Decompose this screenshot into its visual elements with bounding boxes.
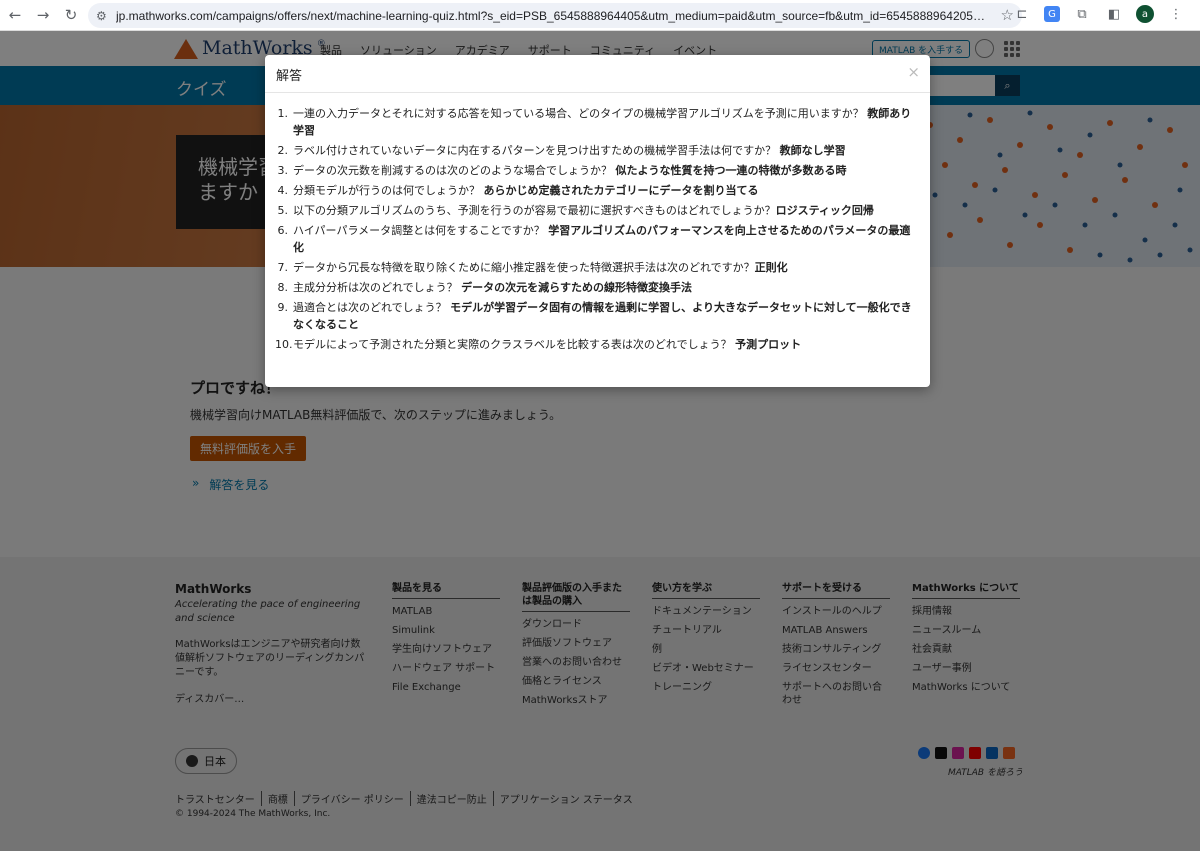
question-text: 以下の分類アルゴリズムのうち、予測を行うのが容易で最初に選択すべきものはどれでし… bbox=[293, 204, 776, 217]
question-text: データから冗長な特徴を取り除くために縮小推定器を使った特徴選択手法は次のどれです… bbox=[293, 261, 755, 274]
item-number: 5. bbox=[277, 204, 289, 217]
question-text: 過適合とは次のどれでしょう？ bbox=[293, 301, 447, 314]
close-icon[interactable]: × bbox=[907, 63, 920, 81]
question-text: 一連の入力データとそれに対する応答を知っている場合、どのタイプの機械学習アルゴリ… bbox=[293, 107, 864, 120]
cast-icon[interactable]: ⊏ bbox=[1012, 4, 1032, 24]
question-text: データの次元数を削減するのは次のどのような場合でしょうか？ bbox=[293, 164, 612, 177]
item-number: 1. bbox=[277, 107, 289, 120]
menu-dots-icon[interactable]: ⋮ bbox=[1166, 4, 1186, 24]
list-item: 3. データの次元数を削減するのは次のどのような場合でしょうか？ 似たような性質を… bbox=[275, 162, 920, 179]
modal-title: 解答 bbox=[276, 69, 303, 84]
list-item: 2. ラベル付けされていないデータに内在するパターンを見つけ出すための機械学習手法… bbox=[275, 142, 920, 159]
item-number: 8. bbox=[277, 281, 289, 294]
item-number: 6. bbox=[277, 224, 289, 237]
list-item: 6. ハイパーパラメータ調整とは何をすることですか？ 学習アルゴリズムのパフォーマ… bbox=[275, 222, 920, 256]
answers-modal: 解答 × 1. 一連の入力データとそれに対する応答を知っている場合、どのタイプの機… bbox=[265, 55, 930, 387]
item-number: 3. bbox=[277, 164, 289, 177]
back-arrow-icon[interactable]: ← bbox=[2, 2, 28, 28]
translate-icon[interactable]: G bbox=[1044, 6, 1060, 22]
list-item: 4. 分類モデルが行うのは何でしょうか？ あらかじめ定義されたカテゴリーにデータを… bbox=[275, 182, 920, 199]
site-settings-icon[interactable]: ⚙ bbox=[96, 9, 116, 23]
answer-text: データの次元を減らすための線形特徴変換手法 bbox=[461, 281, 692, 294]
answer-text: あらかじめ定義されたカテゴリーにデータを割り当てる bbox=[483, 184, 759, 197]
answer-text: 似たような性質を持つ一連の特徴が多数ある時 bbox=[615, 164, 847, 177]
reload-icon[interactable]: ↻ bbox=[58, 2, 84, 28]
browser-toolbar: ← → ↻ ⚙ jp.mathworks.com/campaigns/offer… bbox=[0, 0, 1200, 31]
question-text: ハイパーパラメータ調整とは何をすることですか？ bbox=[293, 224, 545, 237]
extensions-icon[interactable]: ⧉ bbox=[1072, 4, 1092, 24]
item-number: 2. bbox=[277, 144, 289, 157]
question-text: ラベル付けされていないデータに内在するパターンを見つけ出すための機械学習手法は何… bbox=[293, 144, 777, 157]
answers-list: 1. 一連の入力データとそれに対する応答を知っている場合、どのタイプの機械学習アル… bbox=[275, 105, 920, 356]
list-item: 7. データから冗長な特徴を取り除くために縮小推定器を使った特徴選択手法は次のどれ… bbox=[275, 259, 920, 276]
forward-arrow-icon[interactable]: → bbox=[30, 2, 56, 28]
url-text[interactable]: jp.mathworks.com/campaigns/offers/next/m… bbox=[116, 9, 986, 23]
list-item: 10. モデルによって予測された分類と実際のクラスラベルを比較する表は次のどれでし… bbox=[275, 336, 920, 353]
list-item: 5. 以下の分類アルゴリズムのうち、予測を行うのが容易で最初に選択すべきものはどれ… bbox=[275, 202, 920, 219]
item-number: 4. bbox=[277, 184, 289, 197]
list-item: 1. 一連の入力データとそれに対する応答を知っている場合、どのタイプの機械学習アル… bbox=[275, 105, 920, 139]
answer-text: 正則化 bbox=[754, 261, 788, 274]
side-panel-icon[interactable]: ◧ bbox=[1104, 4, 1124, 24]
answer-text: 教師なし学習 bbox=[779, 144, 846, 157]
question-text: 主成分分析は次のどれでしょう？ bbox=[293, 281, 458, 294]
question-text: モデルによって予測された分類と実際のクラスラベルを比較する表は次のどれでしょう？ bbox=[293, 338, 732, 351]
profile-avatar[interactable]: a bbox=[1136, 5, 1154, 23]
item-number: 7. bbox=[277, 261, 289, 274]
item-number: 10. bbox=[275, 338, 293, 351]
list-item: 8. 主成分分析は次のどれでしょう？ データの次元を減らすための線形特徴変換手法 bbox=[275, 279, 920, 296]
list-item: 9. 過適合とは次のどれでしょう？ モデルが学習データ固有の情報を過剰に学習し、よ… bbox=[275, 299, 920, 333]
address-bar[interactable]: ⚙ jp.mathworks.com/campaigns/offers/next… bbox=[88, 3, 1022, 28]
answer-text: ロジスティック回帰 bbox=[775, 204, 874, 217]
question-text: 分類モデルが行うのは何でしょうか？ bbox=[293, 184, 480, 197]
item-number: 9. bbox=[277, 301, 289, 314]
answer-text: 予測プロット bbox=[735, 338, 802, 351]
modal-header: 解答 × bbox=[265, 55, 930, 93]
